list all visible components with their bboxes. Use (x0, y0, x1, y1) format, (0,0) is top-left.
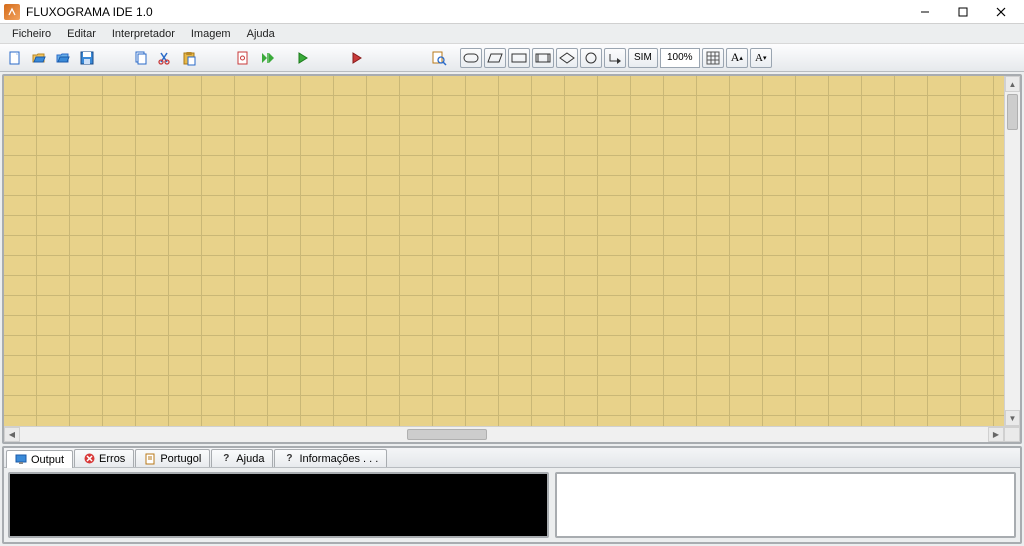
tab-erros[interactable]: Erros (74, 449, 134, 467)
shape-terminal-button[interactable] (460, 48, 482, 68)
menu-ajuda[interactable]: Ajuda (239, 26, 283, 42)
tab-ajuda[interactable]: ? Ajuda (211, 449, 273, 467)
horizontal-scrollbar[interactable]: ◀ ▶ (4, 426, 1020, 442)
run-step-button[interactable] (256, 47, 278, 69)
stop-button[interactable] (346, 47, 368, 69)
document-icon (144, 453, 156, 465)
shape-connector-button[interactable] (580, 48, 602, 68)
save-button[interactable] (76, 47, 98, 69)
grid-toggle-button[interactable] (702, 48, 724, 68)
maximize-button[interactable] (944, 1, 982, 23)
run-button[interactable] (292, 47, 314, 69)
scroll-left-arrow-icon[interactable]: ◀ (4, 427, 20, 442)
shape-subprocess-button[interactable] (532, 48, 554, 68)
canvas-container: ▲ ▼ ◀ ▶ (2, 74, 1022, 444)
tab-output-label: Output (31, 454, 64, 466)
open-button[interactable] (28, 47, 50, 69)
minimize-button[interactable] (906, 1, 944, 23)
menu-ficheiro[interactable]: Ficheiro (4, 26, 59, 42)
menu-imagem[interactable]: Imagem (183, 26, 239, 42)
toolbar: SIM A▴ A▾ (0, 44, 1024, 72)
error-icon (83, 453, 95, 465)
tab-info[interactable]: ? Informações . . . (274, 449, 387, 467)
tab-portugol-label: Portugol (160, 453, 201, 465)
font-increase-button[interactable]: A▴ (726, 48, 748, 68)
info-icon: ? (283, 453, 295, 465)
bottom-panel: Output Erros Portugol ? Ajuda ? Inform (2, 446, 1022, 544)
shape-process-button[interactable] (508, 48, 530, 68)
menu-interpretador[interactable]: Interpretador (104, 26, 183, 42)
tab-output[interactable]: Output (6, 450, 73, 468)
window-title: FLUXOGRAMA IDE 1.0 (26, 5, 906, 19)
font-inc-label: A (731, 50, 740, 65)
scroll-up-arrow-icon[interactable]: ▲ (1005, 76, 1020, 92)
menu-bar: Ficheiro Editar Interpretador Imagem Aju… (0, 24, 1024, 44)
scroll-corner (1004, 427, 1020, 442)
app-icon (4, 4, 20, 20)
vertical-scrollbar[interactable]: ▲ ▼ (1004, 76, 1020, 426)
tab-ajuda-label: Ajuda (236, 453, 264, 465)
cut-button[interactable] (154, 47, 176, 69)
flowchart-canvas[interactable] (4, 76, 1004, 426)
main-area: ▲ ▼ ◀ ▶ Output Erros (0, 72, 1024, 546)
close-button[interactable] (982, 1, 1020, 23)
shape-io-button[interactable] (484, 48, 506, 68)
bottom-tabs: Output Erros Portugol ? Ajuda ? Inform (4, 448, 1020, 468)
monitor-icon (15, 454, 27, 466)
v-scroll-thumb[interactable] (1007, 94, 1018, 130)
scroll-down-arrow-icon[interactable]: ▼ (1005, 410, 1020, 426)
scroll-right-arrow-icon[interactable]: ▶ (988, 427, 1004, 442)
open-alt-button[interactable] (52, 47, 74, 69)
sim-button[interactable]: SIM (628, 48, 658, 68)
new-file-button[interactable] (4, 47, 26, 69)
paste-button[interactable] (178, 47, 200, 69)
bottom-content (4, 468, 1020, 542)
h-scroll-thumb[interactable] (407, 429, 487, 440)
tab-info-label: Informações . . . (299, 453, 378, 465)
menu-editar[interactable]: Editar (59, 26, 104, 42)
title-bar: FLUXOGRAMA IDE 1.0 (0, 0, 1024, 24)
tab-erros-label: Erros (99, 453, 125, 465)
settings-button[interactable] (232, 47, 254, 69)
output-side-panel[interactable] (555, 472, 1016, 538)
output-console[interactable] (8, 472, 549, 538)
font-dec-label: A (755, 52, 763, 64)
copy-button[interactable] (130, 47, 152, 69)
shape-arrow-button[interactable] (604, 48, 626, 68)
find-button[interactable] (428, 47, 450, 69)
font-decrease-button[interactable]: A▾ (750, 48, 772, 68)
tab-portugol[interactable]: Portugol (135, 449, 210, 467)
help-icon: ? (220, 453, 232, 465)
zoom-input[interactable] (660, 48, 700, 68)
shape-decision-button[interactable] (556, 48, 578, 68)
